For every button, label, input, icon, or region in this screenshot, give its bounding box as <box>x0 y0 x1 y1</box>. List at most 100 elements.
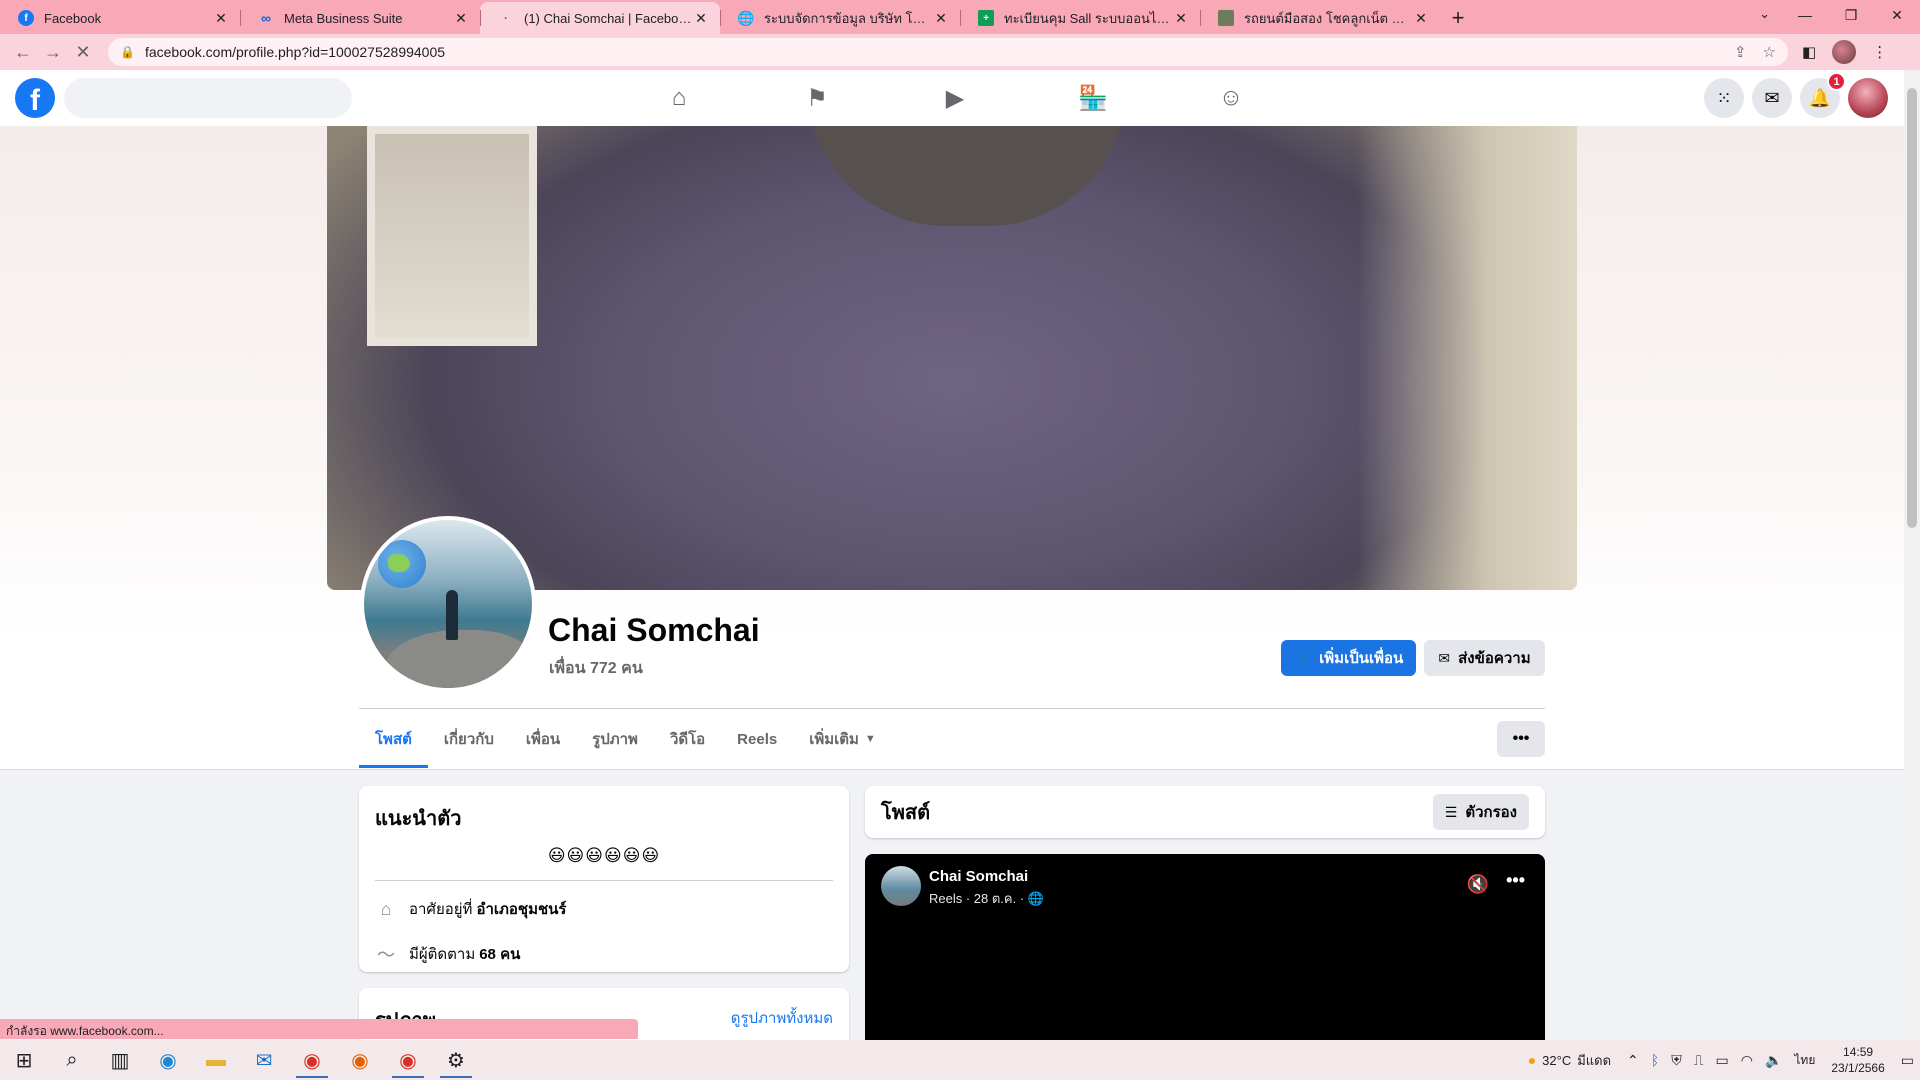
restore-icon[interactable]: ❐ <box>1828 0 1874 30</box>
back-icon[interactable]: ← <box>8 42 38 63</box>
close-icon[interactable]: ✕ <box>452 10 470 27</box>
close-icon[interactable]: ✕ <box>1412 10 1430 27</box>
home-icon[interactable]: ⌂ <box>610 70 748 126</box>
weather-sun-icon[interactable]: ● <box>1528 1052 1536 1068</box>
input-language[interactable]: ไทย <box>1794 1051 1815 1070</box>
notification-center-icon[interactable]: ▭ <box>1901 1052 1914 1069</box>
address-bar[interactable]: 🔒 facebook.com/profile.php?id=1000275289… <box>108 38 1788 66</box>
messenger-icon[interactable]: ✉ <box>1752 78 1792 118</box>
chrome-profile-icon[interactable]: ◉ <box>384 1040 432 1080</box>
clock-date: 23/1/2566 <box>1831 1061 1885 1075</box>
more-options-button[interactable]: ••• <box>1497 721 1545 757</box>
followers-prefix: มีผู้ติดตาม <box>409 946 476 963</box>
video-icon[interactable]: ▶ <box>886 70 1024 126</box>
profile-tabs: โพสต์ เกี่ยวกับ เพื่อน รูปภาพ วิดีโอ Ree… <box>359 710 892 768</box>
windows-start-icon[interactable]: ⊞ <box>0 1040 48 1080</box>
post-meta: Reels · 28 ต.ค. · 🌐 <box>929 891 1044 906</box>
file-explorer-icon[interactable]: ▬ <box>192 1040 240 1080</box>
marketplace-icon[interactable]: 🏪 <box>1024 70 1162 126</box>
filter-sliders-icon: ☰ <box>1444 803 1458 820</box>
minimize-icon[interactable]: — <box>1782 0 1828 30</box>
mail-icon[interactable]: ✉ <box>240 1040 288 1080</box>
header-bottom-border <box>0 769 1904 770</box>
tab-photos[interactable]: รูปภาพ <box>576 710 654 768</box>
chrome-icon[interactable]: ◉ <box>288 1040 336 1080</box>
forward-icon[interactable]: → <box>38 42 68 63</box>
edge-icon[interactable]: ◉ <box>144 1040 192 1080</box>
groups-icon[interactable]: ☺ <box>1162 70 1300 126</box>
tab-label: Reels <box>737 730 778 748</box>
notifications-bell-icon[interactable]: 🔔 1 <box>1800 72 1846 118</box>
add-friend-button[interactable]: 👤 เพิ่มเป็นเพื่อน <box>1281 640 1416 676</box>
account-avatar[interactable] <box>1848 78 1888 118</box>
messenger-icon: ✉ <box>1438 649 1451 666</box>
rss-icon: 〜 <box>377 945 395 965</box>
close-icon[interactable]: ✕ <box>692 10 710 27</box>
facebook-search-input[interactable] <box>64 78 352 118</box>
tab-friends[interactable]: เพื่อน <box>510 710 576 768</box>
task-view-icon[interactable]: ▥ <box>96 1040 144 1080</box>
close-icon[interactable]: ✕ <box>212 10 230 27</box>
close-icon[interactable]: ✕ <box>1172 10 1190 27</box>
url-text: facebook.com/profile.php?id=100027528994… <box>144 44 446 60</box>
cover-photo[interactable] <box>327 126 1577 590</box>
security-shield-icon[interactable]: ⛨ <box>1671 1052 1682 1069</box>
browser-tab[interactable]: + ทะเบียนคุม Sall ระบบออนไลน์.xlsx - G ✕ <box>960 2 1200 34</box>
tab-about[interactable]: เกี่ยวกับ <box>428 710 510 768</box>
volume-muted-icon[interactable]: 🔈 <box>1765 1052 1782 1069</box>
browser-tab-active[interactable]: · (1) Chai Somchai | Facebook ✕ <box>480 2 720 34</box>
new-tab-button[interactable]: + <box>1440 2 1476 34</box>
tab-label: วิดีโอ <box>669 731 706 748</box>
reel-post[interactable]: Chai Somchai Reels · 28 ต.ค. · 🌐 🔇 ••• <box>865 854 1545 1050</box>
browser-menu-icon[interactable]: ⋮ <box>1872 43 1887 61</box>
mute-icon[interactable]: 🔇 <box>1467 874 1489 895</box>
post-options-icon[interactable]: ••• <box>1506 870 1525 891</box>
post-author-name[interactable]: Chai Somchai <box>929 868 1028 885</box>
tab-posts[interactable]: โพสต์ <box>359 710 428 768</box>
browser-tab[interactable]: f Facebook ✕ <box>0 2 240 34</box>
scrollbar-thumb[interactable] <box>1907 88 1917 528</box>
share-icon[interactable]: ⇪ <box>1734 43 1747 61</box>
see-all-photos-link[interactable]: ดูรูปภาพทั้งหมด <box>731 1006 833 1030</box>
home-icon: ⌂ <box>380 898 392 919</box>
tab-title: รถยนต์มือสอง โชคลูกเน็ต อุดรธานี <box>1244 10 1412 26</box>
profile-picture[interactable] <box>360 516 536 692</box>
browser-tab[interactable]: 🌐 ระบบจัดการข้อมูล บริษัท โชคลูกเน็ต ฯ ✕ <box>720 2 960 34</box>
display-icon[interactable]: ▭ <box>1716 1052 1729 1069</box>
weather-temp[interactable]: 32°C <box>1542 1053 1571 1068</box>
site-icon <box>1218 10 1234 26</box>
side-panel-icon[interactable]: ◧ <box>1802 43 1816 61</box>
lives-in-place[interactable]: อำเภอชุมชนร์ <box>476 897 566 921</box>
flag-icon[interactable]: ⚑ <box>748 70 886 126</box>
browser-tab[interactable]: ∞ Meta Business Suite ✕ <box>240 2 480 34</box>
page-scrollbar[interactable] <box>1904 70 1920 1040</box>
bluetooth-icon[interactable]: ᛒ <box>1651 1052 1659 1068</box>
lock-icon[interactable]: 🔒 <box>120 45 135 59</box>
friend-count[interactable]: เพื่อน 772 คน <box>549 656 643 681</box>
meta-icon: ∞ <box>261 10 271 26</box>
browser-status-bubble: กำลังรอ www.facebook.com... <box>0 1019 638 1039</box>
settings-gear-icon[interactable]: ⚙ <box>432 1040 480 1080</box>
tab-videos[interactable]: วิดีโอ <box>654 710 721 768</box>
close-icon[interactable]: ✕ <box>932 10 950 27</box>
send-message-button[interactable]: ✉ ส่งข้อความ <box>1424 640 1545 676</box>
bookmark-star-icon[interactable]: ☆ <box>1763 43 1776 61</box>
tab-search-icon[interactable]: ⌄ <box>1759 6 1770 22</box>
facebook-logo[interactable]: f <box>15 78 55 118</box>
close-window-icon[interactable]: ✕ <box>1874 0 1920 30</box>
filter-button[interactable]: ☰ ตัวกรอง <box>1432 794 1529 830</box>
system-clock[interactable]: 14:59 23/1/2566 <box>1831 1044 1884 1076</box>
usb-icon[interactable]: ⎍ <box>1694 1052 1704 1069</box>
browser-profile-avatar[interactable] <box>1832 40 1857 64</box>
stop-loading-icon[interactable]: ✕ <box>68 42 98 63</box>
chevron-up-icon[interactable]: ⌃ <box>1627 1052 1639 1069</box>
followers-value[interactable]: 68 คน <box>479 942 520 966</box>
tab-reels[interactable]: Reels <box>721 710 793 768</box>
wifi-icon[interactable]: ◠ <box>1741 1052 1753 1069</box>
tab-more[interactable]: เพิ่มเติม ▼ <box>793 710 892 768</box>
menu-grid-icon[interactable]: ⁙ <box>1704 78 1744 118</box>
post-author-avatar[interactable] <box>881 866 921 906</box>
browser-tab[interactable]: รถยนต์มือสอง โชคลูกเน็ต อุดรธานี ✕ <box>1200 2 1440 34</box>
search-icon[interactable]: ⌕ <box>48 1040 96 1080</box>
firefox-icon[interactable]: ◉ <box>336 1040 384 1080</box>
